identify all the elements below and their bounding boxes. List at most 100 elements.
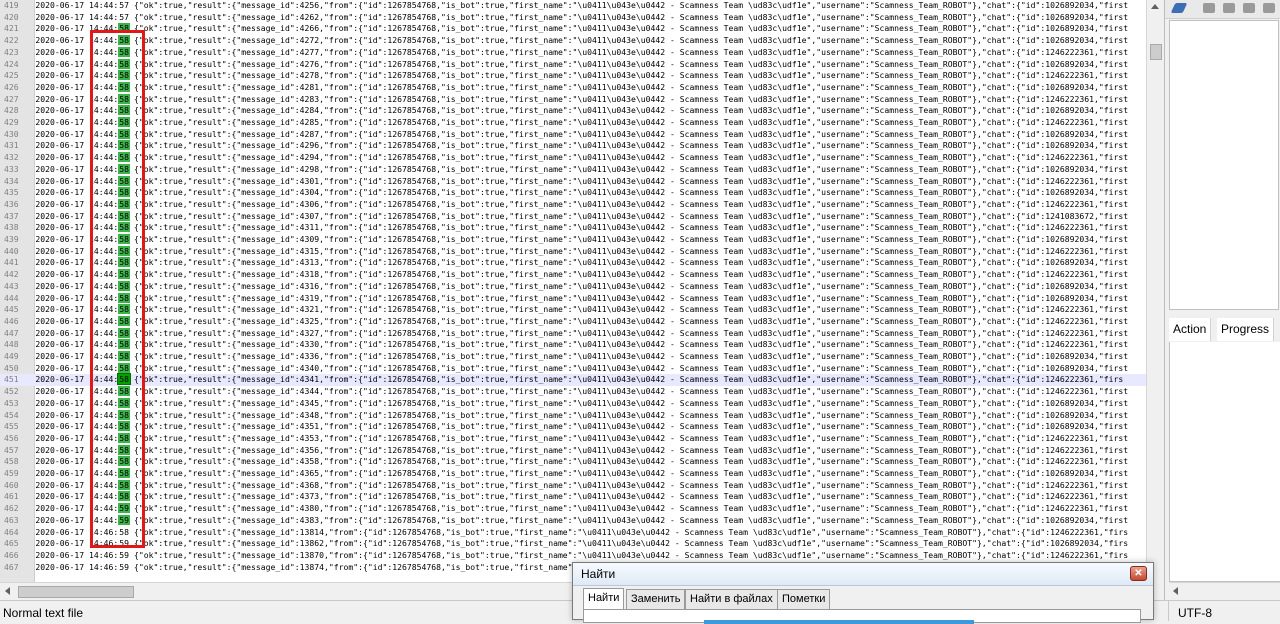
- editor-line[interactable]: 425 2020-06-17 14:44:58 {"ok":true,"result…: [0, 70, 1128, 82]
- scroll-left-arrow-icon[interactable]: [1173, 587, 1178, 595]
- editor-line[interactable]: 433 2020-06-17 14:44:58 {"ok":true,"result…: [0, 163, 1128, 176]
- editor-line[interactable]: 441 2020-06-17 14:44:58 {"ok":true,"result…: [0, 257, 1128, 269]
- find-dialog-titlebar[interactable]: Найти ✕: [573, 563, 1153, 586]
- editor-line[interactable]: 455 2020-06-17 14:44:58 {"ok":true,"result…: [0, 421, 1128, 433]
- tab-find-in-files[interactable]: Найти в файлах: [685, 589, 778, 609]
- toolbar-icon[interactable]: [1243, 3, 1255, 13]
- editor-vertical-scrollbar[interactable]: [1146, 0, 1163, 582]
- editor-line[interactable]: 438 2020-06-17 14:44:58 {"ok":true,"result…: [0, 222, 1128, 234]
- editor-line[interactable]: 420 2020-06-17 14:44:57 {"ok":true,"result…: [0, 12, 1128, 24]
- editor-line[interactable]: 454 2020-06-17 14:44:58 {"ok":true,"result…: [0, 409, 1128, 422]
- editor-line[interactable]: 453 2020-06-17 14:44:58 {"ok":true,"result…: [0, 397, 1128, 410]
- editor-line[interactable]: 448 2020-06-17 14:44:58 {"ok":true,"result…: [0, 339, 1128, 351]
- find-dialog[interactable]: Найти ✕ Найти Заменить Найти в файлах По…: [572, 562, 1154, 624]
- editor-line[interactable]: 459 2020-06-17 14:44:58 {"ok":true,"result…: [0, 468, 1128, 480]
- line-number: 443: [4, 280, 19, 291]
- editor-line[interactable]: 436 2020-06-17 14:44:58 {"ok":true,"result…: [0, 198, 1128, 211]
- toolbar-icon[interactable]: [1223, 3, 1235, 13]
- editor-line[interactable]: 464 2020-06-17 14:46:58 {"ok":true,"result…: [0, 527, 1128, 539]
- log-date: 2020-06-17: [35, 327, 85, 338]
- editor-line[interactable]: 450 2020-06-17 14:44:58 {"ok":true,"result…: [0, 362, 1128, 375]
- log-date: 2020-06-17: [35, 432, 85, 443]
- log-timestamp: 2020-06-17 14:44:58: [30, 444, 134, 457]
- status-separator: [1168, 601, 1169, 621]
- editor-line[interactable]: 444 2020-06-17 14:44:58 {"ok":true,"result…: [0, 292, 1128, 305]
- log-hour-minute: 14:44:: [89, 35, 119, 46]
- editor-line[interactable]: 435 2020-06-17 14:44:58 {"ok":true,"result…: [0, 187, 1128, 199]
- log-json-payload: {"ok":true,"result":{"message_id":4272,"…: [134, 35, 1129, 46]
- log-hour-minute: 14:44:: [89, 234, 119, 244]
- log-timestamp: 2020-06-17 14:44:57: [30, 0, 134, 12]
- editor-line[interactable]: 457 2020-06-17 14:44:58 {"ok":true,"result…: [0, 444, 1128, 457]
- editor-line[interactable]: 466 2020-06-17 14:46:59 {"ok":true,"result…: [0, 550, 1128, 562]
- log-seconds: 58: [118, 409, 130, 420]
- editor-line[interactable]: 456 2020-06-17 14:44:58 {"ok":true,"result…: [0, 432, 1128, 445]
- editor-line[interactable]: 422 2020-06-17 14:44:58 {"ok":true,"result…: [0, 35, 1128, 47]
- editor-line[interactable]: 461 2020-06-17 14:44:58 {"ok":true,"result…: [0, 491, 1128, 503]
- editor-line[interactable]: 429 2020-06-17 14:44:58 {"ok":true,"result…: [0, 117, 1128, 129]
- right-panel-top-list[interactable]: [1169, 20, 1279, 310]
- tab-replace[interactable]: Заменить: [626, 589, 686, 609]
- editor-line[interactable]: 426 2020-06-17 14:44:58 {"ok":true,"result…: [0, 81, 1128, 94]
- log-seconds: 58: [118, 456, 130, 467]
- log-hour-minute: 14:46:: [89, 538, 119, 549]
- log-timestamp: 2020-06-17 14:44:58: [30, 315, 134, 328]
- editor-line[interactable]: 430 2020-06-17 14:44:58 {"ok":true,"result…: [0, 128, 1128, 141]
- editor-line[interactable]: 447 2020-06-17 14:44:58 {"ok":true,"result…: [0, 327, 1128, 340]
- log-seconds: 59: [119, 549, 129, 560]
- pen-icon[interactable]: [1170, 3, 1188, 13]
- editor-line[interactable]: 424 2020-06-17 14:44:58 {"ok":true,"result…: [0, 58, 1128, 71]
- editor-line[interactable]: 432 2020-06-17 14:44:58 {"ok":true,"result…: [0, 152, 1128, 164]
- editor-line[interactable]: 463 2020-06-17 14:44:59 {"ok":true,"result…: [0, 514, 1128, 527]
- editor-line[interactable]: 458 2020-06-17 14:44:58 {"ok":true,"result…: [0, 456, 1128, 468]
- editor-line[interactable]: 465 2020-06-17 14:46:59 {"ok":true,"result…: [0, 538, 1128, 550]
- log-hour-minute: 14:44:: [89, 245, 119, 256]
- editor-line[interactable]: 443 2020-06-17 14:44:58 {"ok":true,"result…: [0, 280, 1128, 293]
- editor-line[interactable]: 427 2020-06-17 14:44:58 {"ok":true,"result…: [0, 93, 1128, 106]
- right-panel-bottom-list[interactable]: [1169, 342, 1280, 582]
- close-icon[interactable]: ✕: [1130, 566, 1147, 581]
- log-date: 2020-06-17: [35, 351, 85, 361]
- toolbar-icon[interactable]: [1263, 3, 1275, 13]
- log-seconds: 58: [118, 351, 130, 361]
- log-seconds: 58: [118, 81, 130, 92]
- editor-line[interactable]: 445 2020-06-17 14:44:58 {"ok":true,"result…: [0, 304, 1128, 316]
- log-date: 2020-06-17: [35, 175, 85, 186]
- scroll-up-arrow-icon[interactable]: [1151, 4, 1159, 9]
- editor-line[interactable]: 451 2020-06-17 14:44:58 {"ok":true,"result…: [0, 373, 1146, 387]
- editor-line[interactable]: 419 2020-06-17 14:44:57 {"ok":true,"result…: [0, 0, 1128, 12]
- horizontal-scroll-thumb[interactable]: [18, 586, 134, 598]
- editor-line[interactable]: 462 2020-06-17 14:44:59 {"ok":true,"result…: [0, 503, 1128, 515]
- tab-progress[interactable]: Progress: [1217, 318, 1275, 341]
- editor-line[interactable]: 439 2020-06-17 14:44:58 {"ok":true,"result…: [0, 234, 1128, 246]
- editor-line[interactable]: 442 2020-06-17 14:44:58 {"ok":true,"result…: [0, 269, 1128, 281]
- log-seconds: 58: [118, 234, 130, 244]
- editor-line[interactable]: 446 2020-06-17 14:44:58 {"ok":true,"result…: [0, 315, 1128, 328]
- editor-line[interactable]: 449 2020-06-17 14:44:58 {"ok":true,"result…: [0, 351, 1128, 363]
- log-date: 2020-06-17: [35, 456, 85, 467]
- scroll-left-arrow-icon[interactable]: [5, 587, 10, 595]
- text-editor[interactable]: 419 2020-06-17 14:44:57 {"ok":true,"result…: [0, 0, 1147, 582]
- toolbar-icon[interactable]: [1203, 3, 1215, 13]
- find-input-focus-bar: [704, 620, 974, 624]
- editor-line[interactable]: 428 2020-06-17 14:44:58 {"ok":true,"result…: [0, 105, 1128, 117]
- tab-marks[interactable]: Пометки: [777, 589, 831, 609]
- editor-line[interactable]: 440 2020-06-17 14:44:58 {"ok":true,"result…: [0, 245, 1128, 258]
- log-hour-minute: 14:46:: [89, 561, 119, 572]
- right-panel-horizontal-scrollbar[interactable]: [1169, 582, 1280, 599]
- editor-line[interactable]: 452 2020-06-17 14:44:58 {"ok":true,"result…: [0, 386, 1128, 398]
- editor-line[interactable]: 423 2020-06-17 14:44:58 {"ok":true,"result…: [0, 46, 1128, 59]
- log-date: 2020-06-17: [35, 46, 85, 57]
- editor-line[interactable]: 437 2020-06-17 14:44:58 {"ok":true,"result…: [0, 210, 1128, 223]
- log-json-payload: {"ok":true,"result":{"message_id":13862,…: [134, 538, 1129, 549]
- editor-line[interactable]: 431 2020-06-17 14:44:58 {"ok":true,"result…: [0, 140, 1128, 152]
- log-date: 2020-06-17: [35, 292, 85, 303]
- editor-line[interactable]: 460 2020-06-17 14:44:58 {"ok":true,"result…: [0, 479, 1128, 492]
- tab-find[interactable]: Найти: [583, 588, 625, 610]
- log-timestamp: 2020-06-17 14:44:58: [30, 304, 134, 316]
- editor-line[interactable]: 421 2020-06-17 14:44:58 {"ok":true,"result…: [0, 23, 1128, 35]
- editor-line[interactable]: 434 2020-06-17 14:44:58 {"ok":true,"result…: [0, 175, 1128, 188]
- log-seconds: 58: [118, 35, 130, 46]
- vertical-scroll-thumb[interactable]: [1150, 44, 1162, 60]
- tab-action[interactable]: Action: [1169, 318, 1212, 341]
